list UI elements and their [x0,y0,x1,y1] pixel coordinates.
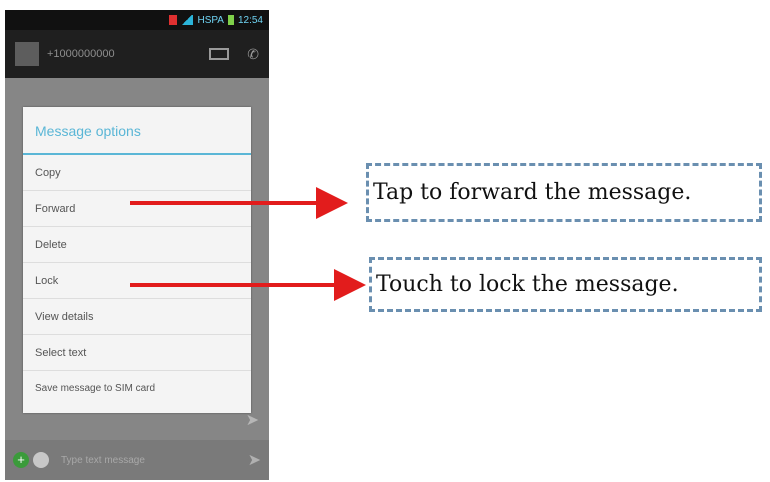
emoji-icon[interactable] [33,452,49,468]
lock-callout-text: Touch to lock the message. [376,272,679,297]
contact-card-icon[interactable] [209,48,230,60]
menu-item-forward[interactable]: Forward [23,191,251,227]
menu-item-view-details[interactable]: View details [23,299,251,335]
signal-icon [181,15,194,25]
compose-input[interactable]: Type text message [61,455,248,466]
menu-item-copy[interactable]: Copy [23,155,251,191]
avatar[interactable] [15,42,39,66]
add-attachment-icon[interactable]: + [13,452,29,468]
send-icon[interactable]: ➤ [246,410,259,430]
phone-screenshot: HSPA 12:54 +1000000000 ✆ Message options… [5,10,269,480]
send-button-icon[interactable]: ➤ [248,450,261,470]
phone-call-icon[interactable]: ✆ [247,46,259,63]
forward-callout: Tap to forward the message. [366,163,762,222]
message-options-dialog: Message options Copy Forward Delete Lock… [23,107,251,413]
alert-icon [169,15,178,25]
menu-item-delete[interactable]: Delete [23,227,251,263]
status-time: 12:54 [237,14,263,26]
dialog-title: Message options [23,107,251,155]
status-bar: HSPA 12:54 [5,10,269,30]
lock-callout: Touch to lock the message. [369,257,762,312]
battery-icon [227,15,234,25]
menu-item-lock[interactable]: Lock [23,263,251,299]
forward-callout-text: Tap to forward the message. [373,180,692,205]
contact-number: +1000000000 [47,48,115,60]
menu-item-save-to-sim[interactable]: Save message to SIM card [23,371,251,407]
network-type: HSPA [197,14,224,26]
action-bar: +1000000000 ✆ [5,30,269,78]
menu-item-select-text[interactable]: Select text [23,335,251,371]
compose-bar: + Type text message ➤ [5,440,269,480]
